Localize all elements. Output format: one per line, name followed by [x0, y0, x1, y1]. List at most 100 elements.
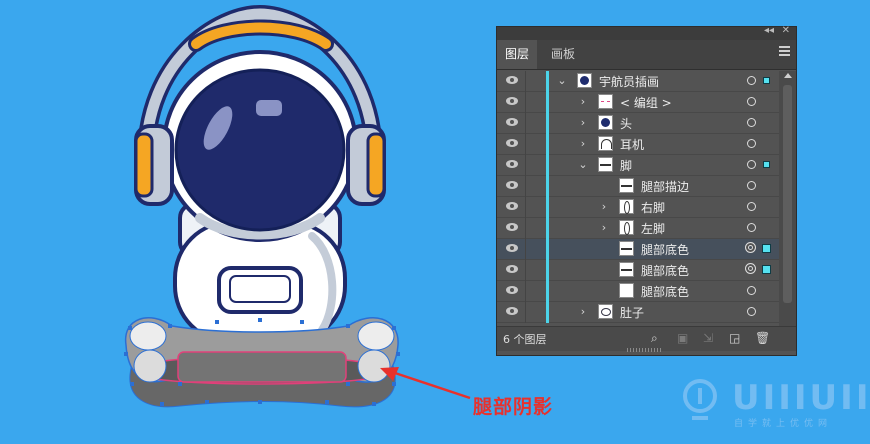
visibility-eye-icon[interactable]: [506, 202, 518, 210]
layer-name[interactable]: < 编组 >: [620, 94, 672, 111]
chevron-right-icon[interactable]: ›: [599, 200, 609, 213]
visibility-eye-icon[interactable]: [506, 286, 518, 294]
lock-column[interactable]: [525, 176, 526, 197]
visibility-eye-icon[interactable]: [506, 76, 518, 84]
layer-color-bar: [546, 239, 549, 260]
target-circle-icon[interactable]: [747, 307, 756, 316]
chevron-right-icon[interactable]: ›: [578, 137, 588, 150]
target-circle-icon[interactable]: [745, 242, 756, 253]
target-circle-icon[interactable]: [745, 263, 756, 274]
layer-color-bar: [546, 281, 549, 302]
tab-layers[interactable]: 图层: [497, 40, 537, 69]
layer-row[interactable]: › 头: [497, 113, 779, 134]
chevron-down-icon[interactable]: ⌄: [578, 158, 588, 171]
scroll-thumb[interactable]: [783, 85, 792, 303]
layer-row[interactable]: 腿部底色: [497, 281, 779, 302]
layer-name[interactable]: 耳机: [620, 136, 644, 153]
selection-indicator[interactable]: [762, 244, 771, 253]
chevron-right-icon[interactable]: ›: [599, 221, 609, 234]
layer-name[interactable]: 宇航员插画: [599, 73, 659, 90]
layer-thumbnail: [619, 283, 634, 298]
selection-indicator[interactable]: [762, 265, 771, 274]
target-circle-icon[interactable]: [747, 202, 756, 211]
scroll-up-icon[interactable]: [784, 73, 792, 78]
visibility-eye-icon[interactable]: [506, 244, 518, 252]
layer-color-bar: [546, 113, 549, 134]
panel-resize-grip[interactable]: [627, 348, 663, 352]
visibility-eye-icon[interactable]: [506, 97, 518, 105]
layer-thumbnail: [619, 262, 634, 277]
target-circle-icon[interactable]: [747, 286, 756, 295]
target-circle-icon[interactable]: [747, 160, 756, 169]
layer-row[interactable]: ⌄ 脚: [497, 155, 779, 176]
lock-column[interactable]: [525, 302, 526, 323]
lock-column[interactable]: [525, 71, 526, 92]
layer-name[interactable]: 左脚: [641, 220, 665, 237]
layer-thumbnail: [619, 199, 634, 214]
visibility-eye-icon[interactable]: [506, 307, 518, 315]
lock-column[interactable]: [525, 218, 526, 239]
layer-row[interactable]: ⌄ 宇航员插画: [497, 71, 779, 92]
lock-column[interactable]: [525, 197, 526, 218]
new-sublayer-icon[interactable]: ⇲: [703, 331, 713, 345]
target-circle-icon[interactable]: [747, 97, 756, 106]
panel-menu-icon[interactable]: [779, 46, 790, 58]
layer-thumbnail: [598, 115, 613, 130]
visibility-eye-icon[interactable]: [506, 160, 518, 168]
chevron-right-icon[interactable]: ›: [578, 305, 588, 318]
target-circle-icon[interactable]: [747, 181, 756, 190]
layer-name[interactable]: 腿部底色: [641, 283, 689, 300]
close-panel-icon[interactable]: ✕: [782, 25, 790, 36]
target-circle-icon[interactable]: [747, 76, 756, 85]
layer-row[interactable]: 腿部底色: [497, 260, 779, 281]
layer-row[interactable]: 腿部底色: [497, 239, 779, 260]
layers-scrollbar[interactable]: [779, 71, 796, 326]
panel-tabs: 图层 画板: [497, 40, 796, 70]
chevron-right-icon[interactable]: ›: [578, 95, 588, 108]
annotation-label: 腿部阴影: [473, 396, 554, 418]
visibility-eye-icon[interactable]: [506, 265, 518, 273]
lock-column[interactable]: [525, 281, 526, 302]
lock-column[interactable]: [525, 113, 526, 134]
target-circle-icon[interactable]: [747, 139, 756, 148]
layer-name[interactable]: 头: [620, 115, 632, 132]
locate-object-icon[interactable]: ⌕: [651, 331, 658, 346]
visibility-eye-icon[interactable]: [506, 181, 518, 189]
lock-column[interactable]: [525, 155, 526, 176]
layer-name[interactable]: 腿部底色: [641, 262, 689, 279]
chevron-right-icon[interactable]: ›: [578, 116, 588, 129]
lock-column[interactable]: [525, 260, 526, 281]
left-foot-pattern: [133, 349, 167, 383]
layer-row[interactable]: › 肚子: [497, 302, 779, 323]
tab-artboards[interactable]: 画板: [541, 40, 585, 69]
target-circle-icon[interactable]: [747, 118, 756, 127]
delete-layer-icon[interactable]: 🗑: [755, 331, 770, 345]
lock-column[interactable]: [525, 134, 526, 155]
selection-indicator[interactable]: [763, 77, 770, 84]
layer-row[interactable]: › 耳机: [497, 134, 779, 155]
lock-column[interactable]: [525, 239, 526, 260]
chevron-down-icon[interactable]: ⌄: [557, 74, 567, 87]
panel-titlebar: ◂◂ ✕: [497, 25, 796, 40]
visibility-eye-icon[interactable]: [506, 118, 518, 126]
layer-name[interactable]: 腿部描边: [641, 178, 689, 195]
layer-name[interactable]: 肚子: [620, 304, 644, 321]
layer-row[interactable]: › < 编组 >: [497, 92, 779, 113]
visor-glint: [256, 100, 282, 116]
layer-name[interactable]: 右脚: [641, 199, 665, 216]
layer-name[interactable]: 腿部底色: [641, 241, 689, 258]
layer-color-bar: [546, 155, 549, 176]
lock-column[interactable]: [525, 92, 526, 113]
layer-row[interactable]: › 左脚: [497, 218, 779, 239]
layer-name[interactable]: 脚: [620, 157, 632, 174]
new-layer-icon[interactable]: ◲: [729, 331, 740, 345]
target-circle-icon[interactable]: [747, 223, 756, 232]
collapse-panel-icon[interactable]: ◂◂: [764, 25, 774, 36]
layer-row[interactable]: 腿部描边: [497, 176, 779, 197]
visibility-eye-icon[interactable]: [506, 223, 518, 231]
layer-thumbnail: [619, 220, 634, 235]
layer-row[interactable]: › 右脚: [497, 197, 779, 218]
visibility-eye-icon[interactable]: [506, 139, 518, 147]
selection-indicator[interactable]: [763, 161, 770, 168]
clipping-mask-icon[interactable]: ▣: [677, 331, 688, 345]
